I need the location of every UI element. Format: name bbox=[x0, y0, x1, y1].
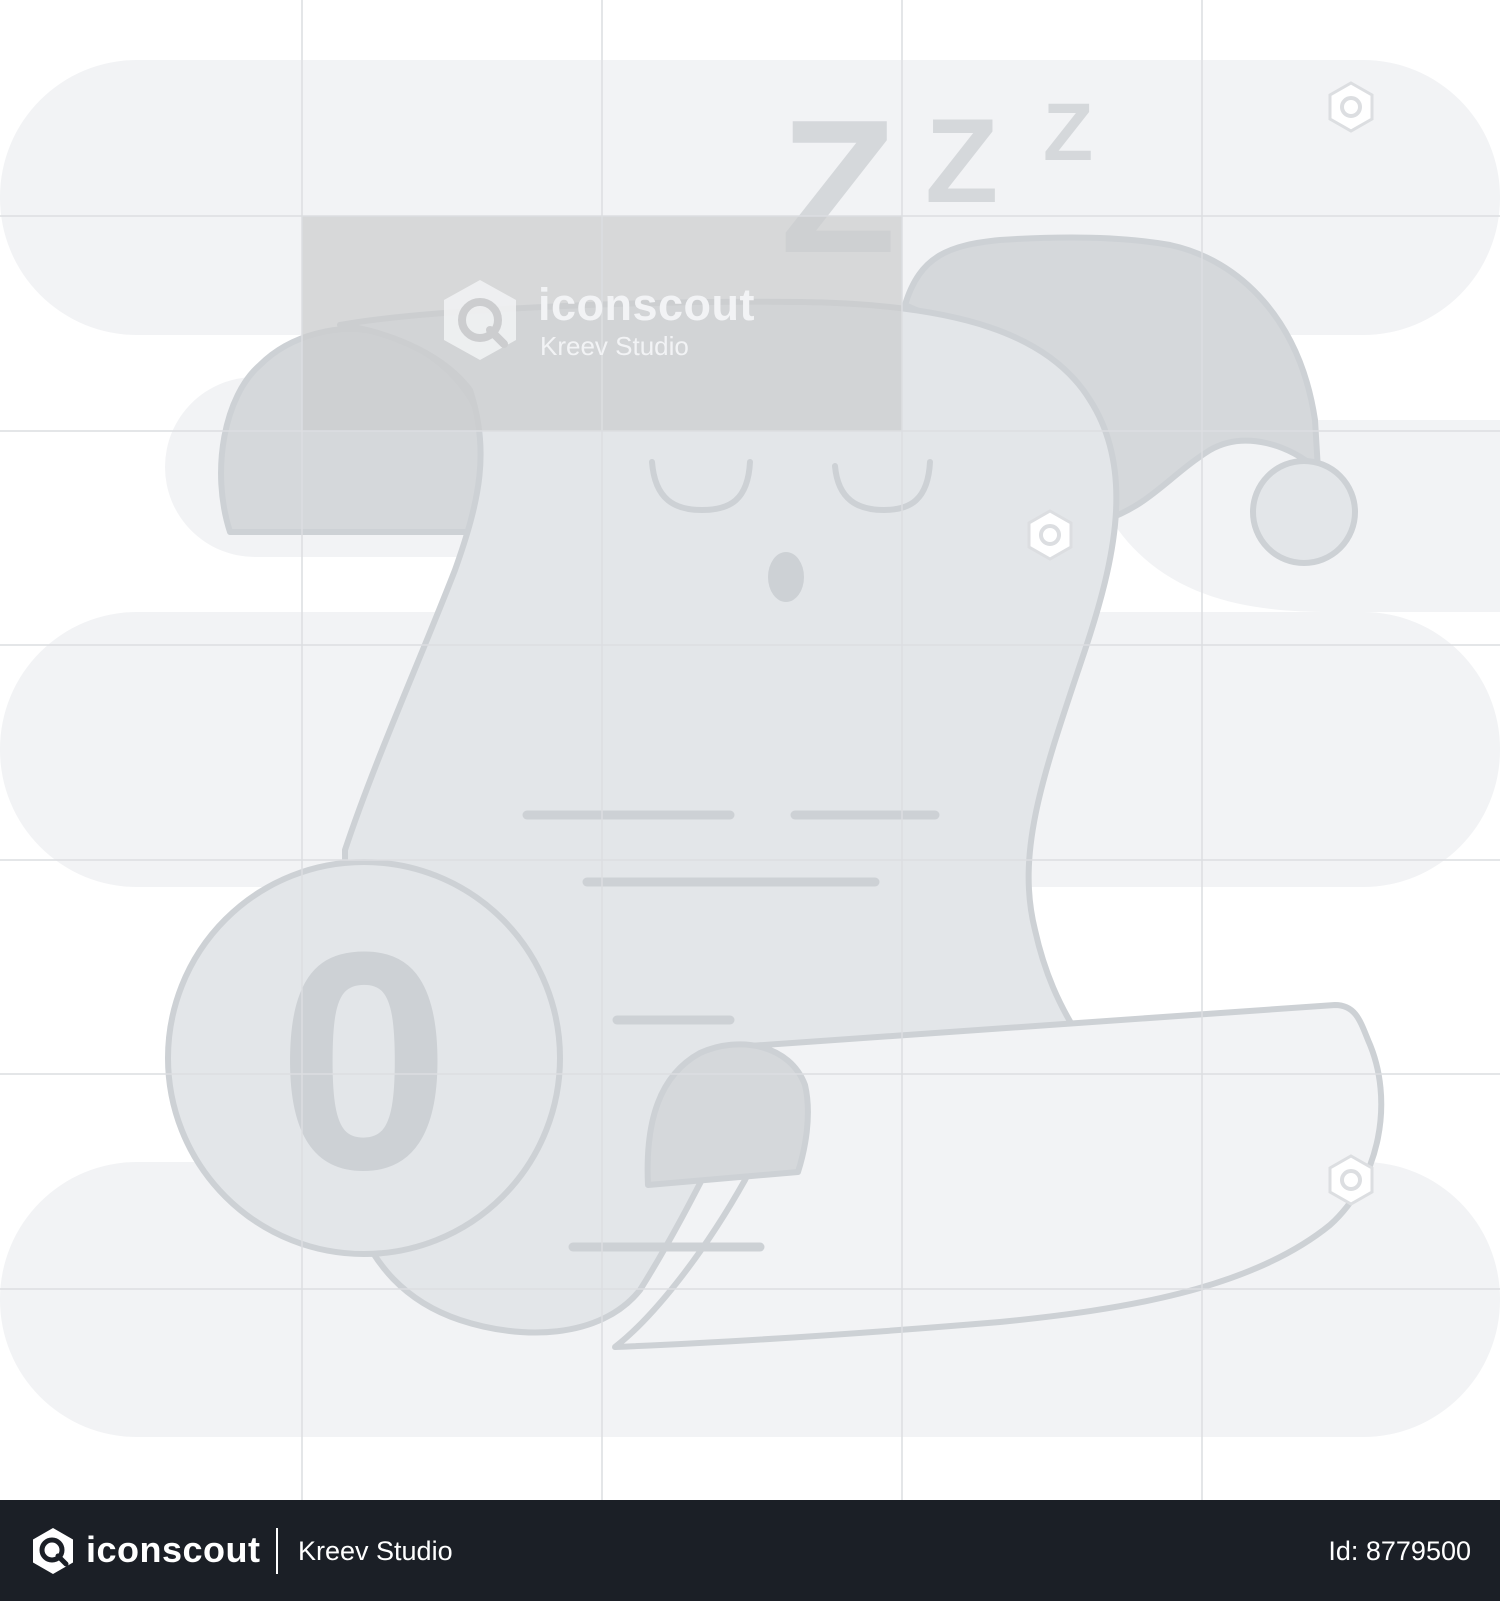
zero-digit: 0 bbox=[278, 887, 450, 1234]
footer-divider bbox=[276, 1528, 278, 1574]
watermark-small-icon bbox=[1027, 509, 1073, 561]
iconscout-logo-icon[interactable] bbox=[28, 1526, 78, 1576]
footer-brand-link[interactable]: iconscout bbox=[86, 1526, 261, 1574]
snore-z-medium: Z bbox=[925, 94, 998, 228]
sleeping-scroll-illustration: 0 Z Z Z bbox=[0, 0, 1500, 1500]
asset-id-label: Id: 8779500 bbox=[1328, 1536, 1471, 1566]
snore-z-small: Z bbox=[1043, 87, 1093, 178]
watermark-studio: Kreev Studio bbox=[540, 331, 689, 361]
zero-badge: 0 bbox=[165, 859, 563, 1257]
preview-canvas: 0 Z Z Z iconscout Kreev Studio iconscout… bbox=[0, 0, 1500, 1601]
watermark-small-icon bbox=[1328, 81, 1374, 133]
watermark-brand: iconscout bbox=[538, 279, 756, 330]
footer-bar: iconscout Kreev Studio Id: 8779500 bbox=[0, 1500, 1500, 1601]
mouth-icon bbox=[768, 552, 804, 602]
footer-studio-link[interactable]: Kreev Studio bbox=[298, 1532, 453, 1570]
watermark-small-icon bbox=[1328, 1154, 1374, 1206]
